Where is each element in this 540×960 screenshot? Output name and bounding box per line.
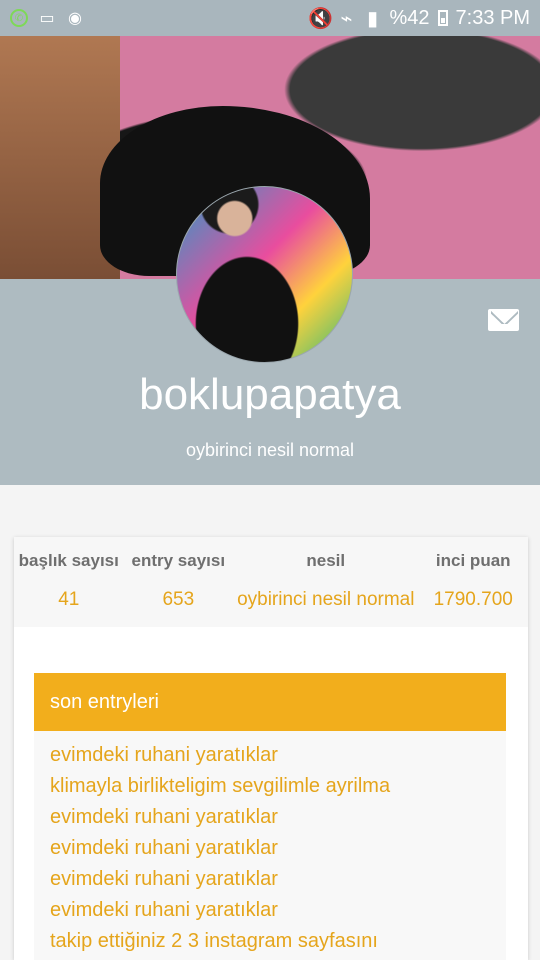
whatsapp-icon: ✆ (10, 9, 28, 27)
stat-value: 41 (58, 589, 80, 610)
stat-label: entry sayısı (131, 551, 226, 570)
battery-icon (437, 10, 448, 26)
avatar[interactable] (176, 186, 353, 363)
entry-link[interactable]: klimayla birlikteligim sevgilimle ayrilm… (50, 774, 506, 805)
stat-points: inci puan 1790.700 (418, 551, 528, 627)
battery-text: %42 (389, 6, 430, 29)
stat-value: 1790.700 (433, 589, 513, 610)
notification-icon: ◉ (68, 10, 82, 27)
mail-icon[interactable] (488, 309, 519, 331)
stat-value: oybirinci nesil normal (237, 589, 415, 610)
username: boklupapatya (139, 370, 401, 419)
entry-list: evimdeki ruhani yaratıklar klimayla birl… (34, 731, 506, 960)
entry-link[interactable]: evimdeki ruhani yaratıklar (50, 898, 506, 929)
entry-link[interactable]: evimdeki ruhani yaratıklar (50, 867, 506, 898)
wifi-icon: ⌁ (340, 7, 353, 30)
recent-entries-title: son entryleri (34, 673, 506, 731)
signal-icon: ▮ (366, 7, 378, 30)
recent-entries: son entryleri evimdeki ruhani yaratıklar… (34, 673, 506, 960)
stats-row: başlık sayısı 41 entry sayısı 653 nesil … (14, 537, 528, 627)
stat-label: başlık sayısı (18, 551, 119, 570)
status-bar: ✆ ▭ ◉ 🔇 ⌁ ▮ %42 7:33 PM (0, 0, 540, 36)
clock: 7:33 PM (455, 6, 530, 29)
stat-topic-count: başlık sayısı 41 (14, 551, 124, 627)
stat-generation: nesil oybirinci nesil normal (233, 551, 418, 627)
mute-icon: 🔇 (308, 7, 333, 30)
clipboard-icon: ▭ (39, 10, 55, 27)
profile-card: başlık sayısı 41 entry sayısı 653 nesil … (14, 537, 528, 960)
stat-entry-count: entry sayısı 653 (124, 551, 234, 627)
entry-link[interactable]: evimdeki ruhani yaratıklar (50, 805, 506, 836)
entry-link[interactable]: takip ettiğiniz 2 3 instagram sayfasını (50, 929, 506, 960)
generation-label: oybirinci nesil normal (185, 440, 355, 460)
stat-value: 653 (162, 589, 195, 610)
entry-link[interactable]: evimdeki ruhani yaratıklar (50, 743, 506, 774)
stat-label: inci puan (435, 551, 511, 570)
stat-label: nesil (306, 551, 346, 570)
entry-link[interactable]: evimdeki ruhani yaratıklar (50, 836, 506, 867)
